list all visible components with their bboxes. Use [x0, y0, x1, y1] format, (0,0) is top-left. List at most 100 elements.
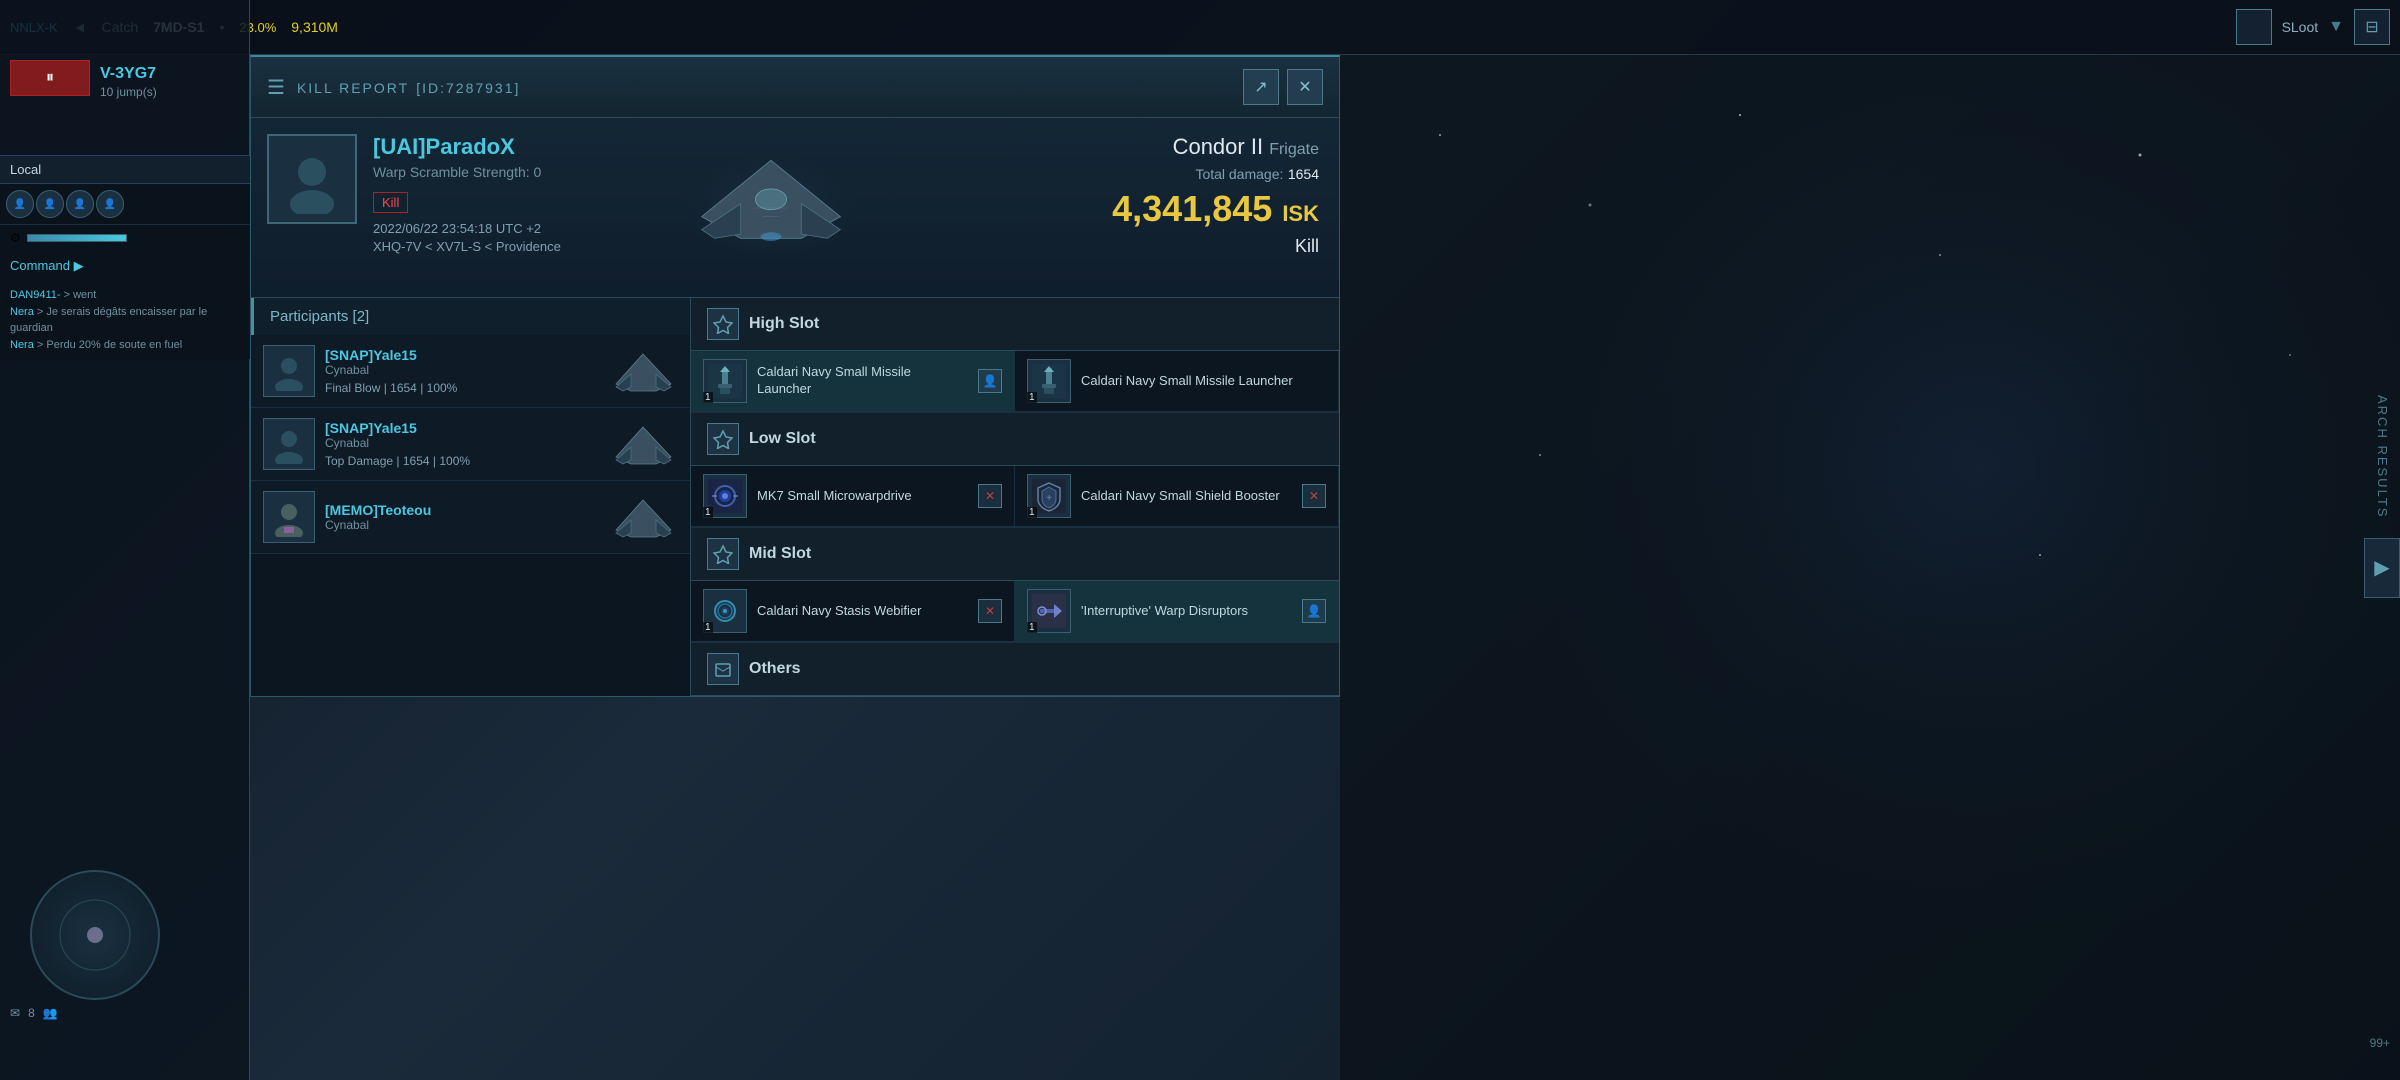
header-actions: ↗ ✕: [1243, 69, 1323, 105]
high-slot-icon: [707, 308, 739, 340]
bottom-right-status: 99+: [2370, 1036, 2390, 1050]
mid-slot-item-2[interactable]: 1 'Interruptive' Warp Disruptors 👤: [1015, 581, 1339, 642]
percent-2: 100%: [439, 454, 470, 468]
high-slot-item-2[interactable]: 1 Caldari Navy Small Missile Launcher: [1015, 351, 1339, 412]
participant-1-ship: [608, 346, 678, 396]
missile-launcher-name-1: Caldari Navy Small Missile Launcher: [757, 364, 968, 398]
damage-row: Total damage: 1654: [1112, 166, 1319, 184]
item-qty-2: 1: [1027, 392, 1037, 403]
shield-booster-name: Caldari Navy Small Shield Booster: [1081, 488, 1292, 505]
chat-line-3: Nera > Perdu 20% de soute en fuel: [10, 337, 240, 354]
ship-image: [631, 128, 911, 288]
participant-1-corp: Cynabal: [325, 363, 598, 377]
shield-bar: [27, 234, 127, 242]
participant-item[interactable]: [SNAP]Yale15 Cynabal Final Blow | 1654 |…: [251, 335, 690, 408]
avatar: 👤: [66, 190, 94, 218]
missile-launcher-name-2: Caldari Navy Small Missile Launcher: [1081, 373, 1326, 390]
ship-name: Condor II: [1173, 134, 1264, 159]
item-icon-wrapper: 1: [1027, 359, 1071, 403]
participant-1-details: [SNAP]Yale15 Cynabal Final Blow | 1654 |…: [325, 347, 598, 395]
participant-item[interactable]: [SNAP]Yale15 Cynabal Top Damage | 1654 |…: [251, 408, 690, 481]
participant-2-corp: Cynabal: [325, 436, 598, 450]
close-button[interactable]: ✕: [1287, 69, 1323, 105]
item-qty-1: 1: [703, 392, 713, 403]
others-header: Others: [691, 643, 1339, 696]
kill-stats: Condor II Frigate Total damage: 1654 4,3…: [1112, 134, 1319, 257]
svg-text:+: +: [1046, 493, 1052, 504]
slot-item-action-1[interactable]: 👤: [978, 369, 1002, 393]
blow-type-2: Top Damage: [325, 454, 393, 468]
low-slot-item-2[interactable]: + 1 Caldari Navy Small Shield Booster ✕: [1015, 466, 1339, 527]
current-system: V-3YG7: [100, 65, 156, 83]
kill-type-label: Kill: [1112, 236, 1319, 257]
minimap-svg: [55, 895, 135, 975]
kill-report-title: KILL REPORT: [297, 80, 409, 96]
kill-report-id: [ID:7287931]: [416, 80, 520, 96]
ship-class-label: Frigate: [1269, 141, 1319, 158]
low-slot-item-1[interactable]: 1 MK7 Small Microwarpdrive ✕: [691, 466, 1015, 527]
high-slot-item-1[interactable]: 1 Caldari Navy Small Missile Launcher 👤: [691, 351, 1015, 412]
person-icon: 👥: [43, 1006, 58, 1020]
damage-2: 1654: [403, 454, 430, 468]
command-section[interactable]: Command ▶: [0, 251, 250, 281]
ship-class: Condor II Frigate: [1112, 134, 1319, 160]
high-slot-title: High Slot: [749, 315, 819, 333]
avatar: 👤: [36, 190, 64, 218]
jumps-label: 10 jump(s): [100, 85, 157, 99]
chat-line-1: DAN9411- > went: [10, 287, 240, 304]
bottom-status: ✉ 8 👥: [10, 1006, 58, 1020]
menu-button[interactable]: ☰: [267, 75, 285, 100]
total-damage-label: Total damage:: [1195, 166, 1283, 182]
slots-panel: High Slot: [691, 298, 1339, 696]
high-slot-items: 1 Caldari Navy Small Missile Launcher 👤: [691, 351, 1339, 413]
blow-type-1: Final Blow: [325, 381, 380, 395]
mid-slot-header: Mid Slot: [691, 528, 1339, 581]
mid-slot-title: Mid Slot: [749, 545, 811, 563]
avatar: 👤: [96, 190, 124, 218]
local-section: Local 👤 👤 👤 👤 ⚙ Command ▶ DAN9411- > wen…: [0, 155, 250, 359]
damage-1: 1654: [390, 381, 417, 395]
slot-item-action-6[interactable]: 👤: [1302, 599, 1326, 623]
item-icon-wrapper: 1: [703, 474, 747, 518]
item-icon-wrapper: 1: [703, 359, 747, 403]
mid-slot-item-1[interactable]: 1 Caldari Navy Stasis Webifier ✕: [691, 581, 1015, 642]
item-qty-3: 1: [703, 507, 713, 518]
participant-3-avatar: [263, 491, 315, 543]
participant-item[interactable]: [MEMO]Teoteou Cynabal: [251, 481, 690, 554]
victim-portrait: [267, 134, 357, 224]
pause-button[interactable]: ⏸: [10, 60, 90, 96]
item-qty-5: 1: [703, 622, 713, 633]
external-link-button[interactable]: ↗: [1243, 69, 1279, 105]
warp-disruptors-name: 'Interruptive' Warp Disruptors: [1081, 603, 1292, 620]
percent-1: 100%: [427, 381, 458, 395]
kill-report-panel: ☰ KILL REPORT [ID:7287931] ↗ ✕ [UAI]Para…: [250, 55, 1340, 697]
status-icon: ⚙: [10, 231, 21, 245]
participant-3-details: [MEMO]Teoteou Cynabal: [325, 502, 598, 532]
dropdown-arrow[interactable]: ▼: [2328, 18, 2344, 36]
slot-item-action-5[interactable]: ✕: [978, 599, 1002, 623]
participants-panel: Participants [2] [SNAP]Yale15 Cynabal Fi…: [251, 298, 691, 696]
participant-3-ship: [608, 492, 678, 542]
slot-item-action-3[interactable]: ✕: [978, 484, 1002, 508]
low-slot-title: Low Slot: [749, 430, 816, 448]
others-title: Others: [749, 660, 801, 678]
slot-item-action-4[interactable]: ✕: [1302, 484, 1326, 508]
microwarpdrive-name: MK7 Small Microwarpdrive: [757, 488, 968, 505]
loot-label: SLoot: [2282, 19, 2319, 35]
filter-button[interactable]: ⊟: [2354, 9, 2390, 45]
people-count: 8: [28, 1006, 35, 1020]
local-avatars: 👤 👤 👤 👤: [0, 184, 250, 225]
currency-label: 9,310M: [291, 19, 338, 35]
low-slot-icon: [707, 423, 739, 455]
mail-icon: ✉: [10, 1006, 20, 1020]
participant-1-stats: Final Blow | 1654 | 100%: [325, 381, 598, 395]
participant-1-name: [SNAP]Yale15: [325, 347, 598, 363]
nav-right-arrow[interactable]: ▶: [2364, 538, 2400, 598]
item-qty-4: 1: [1027, 507, 1037, 518]
low-slot-items: 1 MK7 Small Microwarpdrive ✕: [691, 466, 1339, 528]
avatar: 👤: [6, 190, 34, 218]
high-slot-header: High Slot: [691, 298, 1339, 351]
loot-button[interactable]: [2236, 9, 2272, 45]
mid-slot-icon: [707, 538, 739, 570]
space-bg: [1340, 55, 2400, 1080]
